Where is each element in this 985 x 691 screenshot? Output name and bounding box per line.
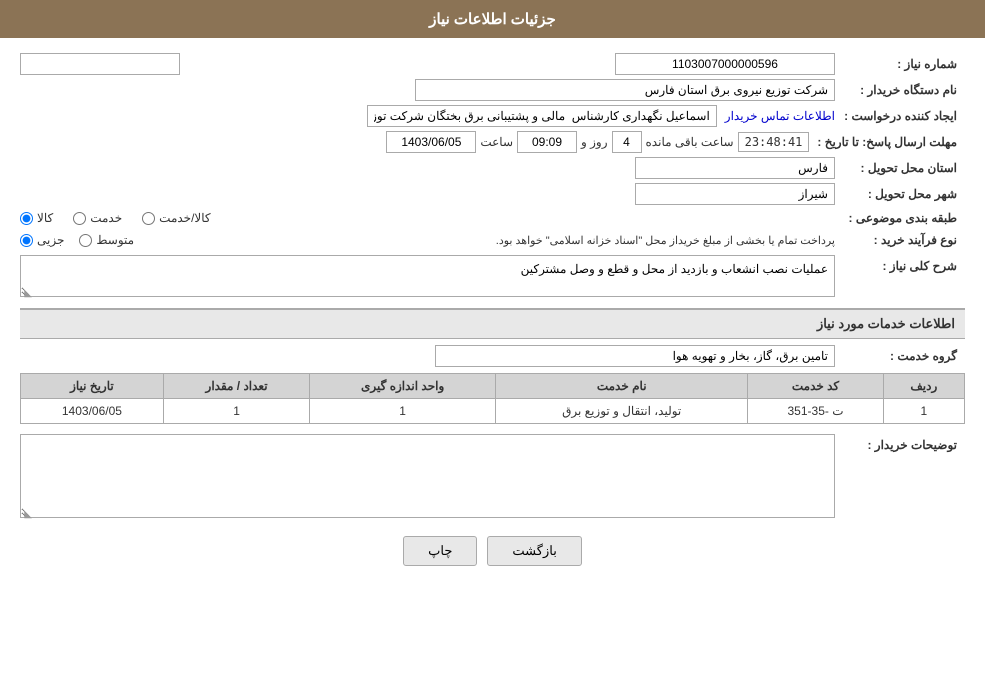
col-tedad: تعداد / مقدار [163, 374, 309, 399]
noe-farayand-label: نوع فرآیند خرید : [835, 231, 965, 249]
tawzihat-label: توضیحات خریدار : [835, 434, 965, 454]
gorohe-value [20, 345, 835, 367]
farayand-desc: پرداخت تمام یا بخشی از مبلغ خریداز محل "… [149, 234, 835, 247]
tawzihat-value: ◣ [20, 434, 835, 521]
roz-label: روز و [581, 135, 608, 149]
radio-kala[interactable]: کالا [20, 211, 53, 225]
saat-input[interactable] [517, 131, 577, 153]
shomare-niaz-input[interactable] [615, 53, 835, 75]
back-button[interactable]: بازگشت [487, 536, 581, 566]
shahr-row: شهر محل تحویل : [20, 183, 965, 205]
cell-kod_khadamat: ت -35-351 [748, 399, 883, 424]
radio-kala-khadamat-input[interactable] [142, 212, 155, 225]
page-title: جزئیات اطلاعات نیاز [429, 11, 556, 28]
namdastgah-label: نام دستگاه خریدار : [835, 81, 965, 99]
gorohe-input[interactable] [435, 345, 835, 367]
tawzihat-resize-handle: ◣ [20, 509, 32, 521]
noe-farayand-row: نوع فرآیند خرید : پرداخت تمام یا بخشی از… [20, 231, 965, 249]
cell-vahed: 1 [310, 399, 496, 424]
shomare-niaz-label: شماره نیاز : [835, 55, 965, 73]
table-header-row: ردیف کد خدمت نام خدمت واحد اندازه گیری ت… [21, 374, 965, 399]
print-button[interactable]: چاپ [403, 536, 477, 566]
kala-label: کالا [37, 211, 53, 225]
sharh-textarea[interactable] [20, 255, 835, 297]
mohlet-value: 23:48:41 ساعت باقی مانده روز و ساعت [20, 131, 809, 153]
namdastgah-row: نام دستگاه خریدار : [20, 79, 965, 101]
announce-datetime-input[interactable] [20, 53, 180, 75]
sharh-row: شرح کلی نیاز : ◣ [20, 255, 965, 300]
col-vahed: واحد اندازه گیری [310, 374, 496, 399]
saat-label: ساعت [480, 135, 513, 149]
radio-khadamat[interactable]: خدمت [73, 211, 122, 225]
khadamat-label: خدمت [90, 211, 122, 225]
jozi-label: جزیی [37, 233, 64, 247]
motavaset-label: متوسط [96, 233, 134, 247]
mande-label: ساعت باقی مانده [646, 135, 734, 149]
shomare-row: شماره نیاز : [20, 53, 965, 75]
col-tarikh: تاریخ نیاز [21, 374, 164, 399]
ejad-row: ایجاد کننده درخواست : اطلاعات تماس خریدا… [20, 105, 965, 127]
gorohe-label: گروه خدمت : [835, 347, 965, 365]
roz-input[interactable] [612, 131, 642, 153]
ejad-value: اطلاعات تماس خریدار [20, 105, 835, 127]
motavaset-item[interactable]: متوسط [79, 233, 134, 247]
service-table: ردیف کد خدمت نام خدمت واحد اندازه گیری ت… [20, 373, 965, 424]
tabaqe-row: طبقه بندی موضوعی : کالا/خدمت خدمت کالا [20, 209, 965, 227]
tawzihat-row: توضیحات خریدار : ◣ [20, 434, 965, 521]
page-header: جزئیات اطلاعات نیاز [0, 0, 985, 38]
noe-farayand-value: پرداخت تمام یا بخشی از مبلغ خریداز محل "… [20, 233, 835, 247]
mande-value: 23:48:41 [738, 132, 810, 152]
khadamat-section-title: اطلاعات خدمات مورد نیاز [20, 308, 965, 339]
ejad-label: ایجاد کننده درخواست : [835, 107, 965, 125]
jozi-item[interactable]: جزیی [20, 233, 64, 247]
ostan-value [20, 157, 835, 179]
resize-handle: ◣ [20, 288, 32, 300]
col-kod: کد خدمت [748, 374, 883, 399]
cell-tarikh_niaz: 1403/06/05 [21, 399, 164, 424]
tabaqe-label: طبقه بندی موضوعی : [835, 209, 965, 227]
sharh-value: ◣ [20, 255, 835, 300]
sharh-label: شرح کلی نیاز : [835, 255, 965, 275]
shahr-value [20, 183, 835, 205]
jozi-radio[interactable] [20, 234, 33, 247]
ostan-label: استان محل تحویل : [835, 159, 965, 177]
col-nam: نام خدمت [496, 374, 748, 399]
tabaqe-value: کالا/خدمت خدمت کالا [20, 211, 835, 225]
ejad-link[interactable]: اطلاعات تماس خریدار [725, 109, 835, 123]
tarikh-input[interactable] [386, 131, 476, 153]
shomare-niaz-value [428, 53, 836, 75]
cell-tedad: 1 [163, 399, 309, 424]
kala-khadamat-label: کالا/خدمت [159, 211, 210, 225]
gorohe-row: گروه خدمت : [20, 345, 965, 367]
mohlet-label: مهلت ارسال پاسخ: تا تاریخ : [809, 133, 965, 151]
tawzihat-textarea[interactable] [20, 434, 835, 518]
page-container: جزئیات اطلاعات نیاز شماره نیاز : نام دست… [0, 0, 985, 691]
cell-nam_khadamat: تولید، انتقال و توزیع برق [496, 399, 748, 424]
radio-khadamat-input[interactable] [73, 212, 86, 225]
ostan-row: استان محل تحویل : [20, 157, 965, 179]
col-radif: ردیف [883, 374, 964, 399]
content-area: شماره نیاز : نام دستگاه خریدار : ایجاد ک… [0, 38, 985, 591]
radio-kala-input[interactable] [20, 212, 33, 225]
mohlet-row: مهلت ارسال پاسخ: تا تاریخ : 23:48:41 ساع… [20, 131, 965, 153]
ejad-input[interactable] [367, 105, 717, 127]
cell-radif: 1 [883, 399, 964, 424]
bottom-buttons: بازگشت چاپ [20, 536, 965, 566]
shahr-label: شهر محل تحویل : [835, 185, 965, 203]
ostan-input[interactable] [635, 157, 835, 179]
table-row: 1ت -35-351تولید، انتقال و توزیع برق11140… [21, 399, 965, 424]
shahr-input[interactable] [635, 183, 835, 205]
motavaset-radio[interactable] [79, 234, 92, 247]
namdastgah-value [20, 79, 835, 101]
radio-kala-khadamat[interactable]: کالا/خدمت [142, 211, 210, 225]
namdastgah-input[interactable] [415, 79, 835, 101]
